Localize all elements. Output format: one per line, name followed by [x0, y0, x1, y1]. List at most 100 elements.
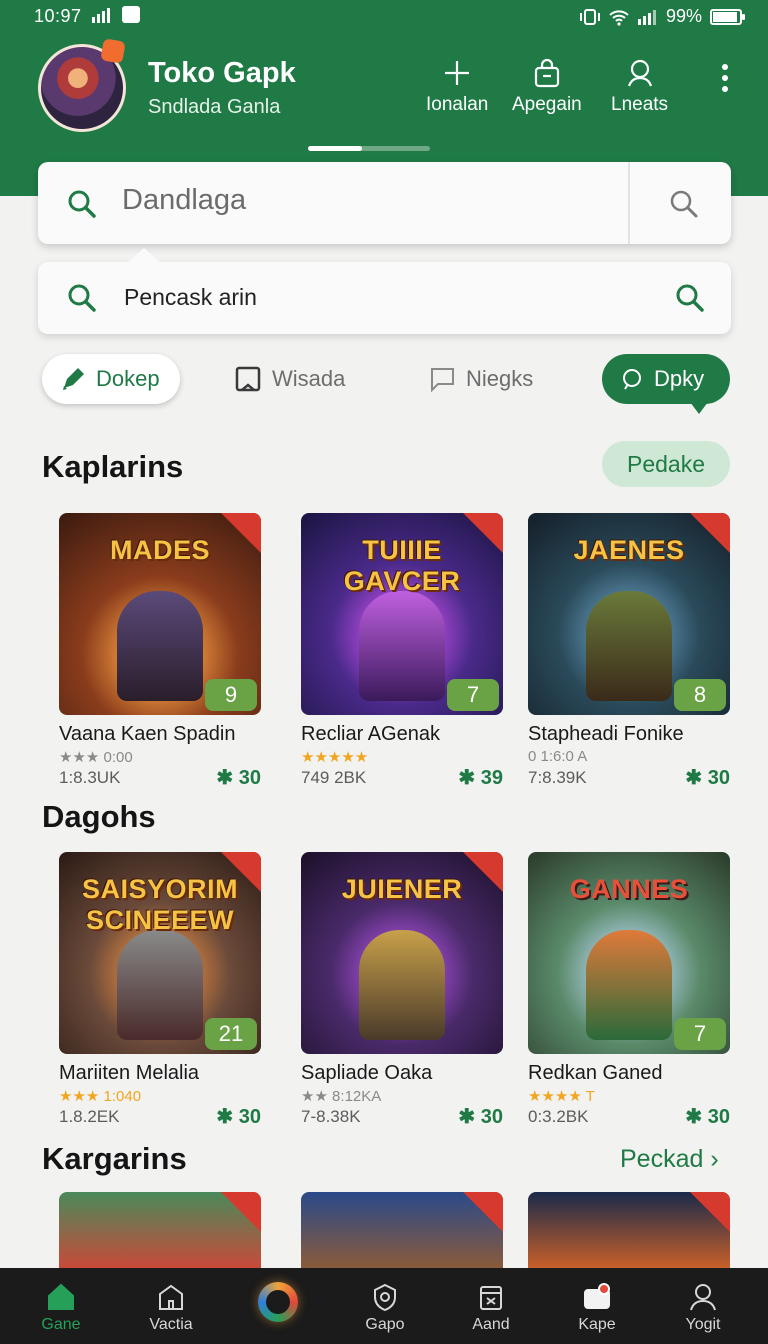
- game-thumbnail: GANNES 7: [528, 852, 730, 1054]
- game-meta: 1:8.3UK ✱ 30: [59, 767, 261, 790]
- game-card[interactable]: JAENES 8 Stapheadi Fonike 0 1:6:0 A 7:8.…: [528, 513, 730, 790]
- game-score: ✱ 39: [458, 767, 503, 789]
- plus-icon: [445, 61, 470, 85]
- corner-ribbon: [221, 513, 261, 553]
- nav-label: Kape: [578, 1316, 616, 1333]
- corner-ribbon: [221, 852, 261, 892]
- chip-dokep[interactable]: Dokep: [42, 354, 180, 404]
- rating-badge: 9: [205, 679, 257, 711]
- game-card[interactable]: [59, 1192, 261, 1268]
- game-rating: ★★★★★: [301, 748, 503, 766]
- nav-item-aand[interactable]: Aand: [446, 1282, 536, 1334]
- download-count: 7:8.39K: [528, 768, 587, 787]
- game-score: ✱ 30: [685, 767, 730, 789]
- cell-signal-icon: [637, 9, 656, 25]
- bag-icon: [534, 58, 559, 88]
- app-title: Toko Gapk: [148, 57, 296, 89]
- home-icon: [48, 1283, 74, 1310]
- user-icon: [690, 1284, 716, 1311]
- game-score: ✱ 30: [216, 767, 261, 789]
- chip-label: Niegks: [466, 366, 534, 391]
- score-value: 39: [480, 767, 503, 789]
- section-see-more-link[interactable]: Peckad ›: [620, 1145, 719, 1174]
- score-value: 30: [238, 1106, 261, 1128]
- game-card[interactable]: SAISYORIM SCINEEEW 21 Mariiten Melalia ★…: [59, 852, 261, 1129]
- hero-figure: [117, 591, 203, 701]
- game-card[interactable]: [528, 1192, 730, 1268]
- rating-badge: 7: [674, 1018, 726, 1050]
- bottom-navigation: Gane Vactia Gapo Aand Kape Yogit: [0, 1268, 768, 1344]
- download-count: 7-8.38K: [301, 1107, 361, 1126]
- game-thumbnail: JAENES 8: [528, 513, 730, 715]
- avatar-badge: [100, 38, 126, 64]
- rating-badge: 8: [674, 679, 726, 711]
- search-button-icon[interactable]: [668, 188, 700, 220]
- search-suggestion[interactable]: Pencask arin: [38, 248, 731, 334]
- star-rating: ★★★★★: [301, 749, 369, 766]
- nav-label: Yogit: [685, 1316, 721, 1333]
- game-logo: GANNES: [569, 874, 689, 904]
- chat-icon: [431, 368, 454, 393]
- rating-badge: 21: [205, 1018, 257, 1050]
- status-time: 10:97: [34, 6, 84, 26]
- corner-ribbon: [221, 1192, 261, 1232]
- chip-dpky[interactable]: Dpky: [602, 354, 730, 414]
- chip-niegks[interactable]: Niegks: [428, 354, 533, 404]
- camera-icon: [584, 1283, 610, 1309]
- game-name: Redkan Ganed: [528, 1062, 663, 1084]
- divider: [628, 162, 630, 244]
- notification-icon: [122, 6, 140, 23]
- header-action-apegain[interactable]: Apegain: [512, 58, 582, 116]
- game-meta: 0:3.2BK ✱ 30: [528, 1106, 730, 1129]
- building-icon: [159, 1284, 183, 1310]
- game-thumbnail: MADES 9: [59, 513, 261, 715]
- app-subtitle: Sndlada Ganla: [148, 96, 281, 118]
- search-icon[interactable]: [674, 282, 706, 314]
- signal-icon: [92, 8, 110, 23]
- box-icon: [480, 1286, 502, 1310]
- search-bar[interactable]: Dandlaga: [38, 162, 731, 244]
- chip-label: Dpky: [654, 366, 705, 391]
- chip-label: Dokep: [96, 366, 160, 391]
- search-input[interactable]: Dandlaga: [122, 184, 246, 217]
- chip-wisada[interactable]: Wisada: [234, 354, 345, 404]
- section-action-button[interactable]: Pedake: [602, 441, 730, 487]
- game-name: Stapheadi Fonike: [528, 723, 684, 745]
- header-action-lneats[interactable]: Lneats: [611, 58, 668, 116]
- header-action-ionalan[interactable]: Ionalan: [426, 58, 488, 116]
- nav-label: Gapo: [365, 1316, 405, 1333]
- hero-figure: [117, 930, 203, 1040]
- corner-ribbon: [463, 852, 503, 892]
- game-card[interactable]: JUIENER Sapliade Oaka ★★ 8:12KA 7-8.38K ✱…: [301, 852, 503, 1129]
- game-card[interactable]: [301, 1192, 503, 1268]
- nav-item-vactia[interactable]: Vactia: [126, 1282, 216, 1334]
- search-icon: [68, 284, 96, 312]
- game-card[interactable]: TUIIIE GAVCER 7 Recliar AGenak ★★★★★ 749…: [301, 513, 503, 790]
- bookmark-icon: [235, 366, 261, 392]
- nav-item-gane[interactable]: Gane: [16, 1282, 106, 1334]
- hero-figure: [359, 930, 445, 1040]
- nav-item-yogit[interactable]: Yogit: [658, 1282, 748, 1334]
- game-thumbnail: JUIENER: [301, 852, 503, 1054]
- nav-item-kape[interactable]: Kape: [552, 1282, 642, 1334]
- nav-item-gapo[interactable]: Gapo: [340, 1282, 430, 1334]
- section-title: Kaplarins: [42, 449, 184, 484]
- game-meta: 7-8.38K ✱ 30: [301, 1106, 503, 1129]
- game-rating: ★★ 8:12KA: [301, 1088, 382, 1105]
- game-card[interactable]: MADES 9 Vaana Kaen Spadin ★★★ 0:00 1:8.3…: [59, 513, 261, 790]
- game-card[interactable]: GANNES 7 Redkan Ganed ★★★★ T 0:3.2BK ✱ 30: [528, 852, 730, 1129]
- center-orb-icon[interactable]: [258, 1282, 298, 1322]
- corner-ribbon: [690, 1192, 730, 1232]
- score-value: 30: [480, 1106, 503, 1128]
- nav-label: Gane: [41, 1316, 81, 1333]
- header-action-label: Lneats: [611, 94, 669, 115]
- star-rating: ★★★ 1:040: [59, 1088, 142, 1105]
- score-value: 30: [238, 767, 261, 789]
- more-menu-icon[interactable]: [722, 64, 728, 97]
- hero-figure: [586, 930, 672, 1040]
- download-count: 0:3.2BK: [528, 1107, 589, 1126]
- vibrate-icon: [579, 8, 600, 25]
- game-meta: 7:8.39K ✱ 30: [528, 767, 730, 790]
- rating-badge: 7: [447, 679, 499, 711]
- game-rating: ★★★ 0:00: [59, 749, 133, 766]
